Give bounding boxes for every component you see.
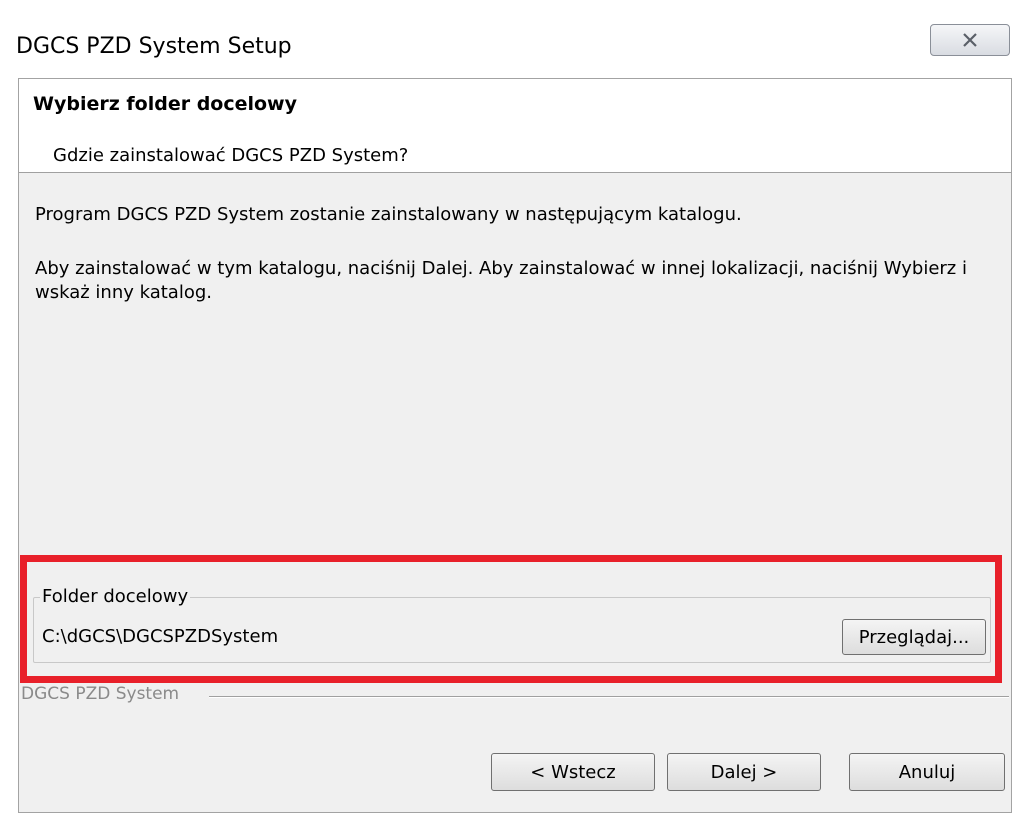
page-subtitle: Gdzie zainstalować DGCS PZD System? [53, 145, 409, 166]
wizard-header: Wybierz folder docelowy Gdzie zainstalow… [19, 79, 1011, 173]
instructions-text: Aby zainstalować w tym katalogu, naciśni… [35, 258, 967, 303]
back-button[interactable]: < Wstecz [491, 753, 655, 791]
next-button[interactable]: Dalej > [667, 753, 821, 791]
page-title: Wybierz folder docelowy [33, 93, 297, 115]
window-title: DGCS PZD System Setup [16, 34, 292, 59]
close-button[interactable] [930, 24, 1010, 56]
branding-label: DGCS PZD System [21, 684, 188, 704]
dialog-frame: Wybierz folder docelowy Gdzie zainstalow… [18, 78, 1012, 813]
cancel-button[interactable]: Anuluj [849, 753, 1005, 791]
install-info-text: Program DGCS PZD System zostanie zainsta… [35, 204, 742, 225]
close-icon [963, 33, 977, 47]
branding-divider [209, 696, 1009, 698]
highlight-annotation [20, 555, 1002, 683]
title-bar: DGCS PZD System Setup [10, 18, 1019, 74]
installer-window: DGCS PZD System Setup Wybierz folder doc… [0, 0, 1019, 815]
